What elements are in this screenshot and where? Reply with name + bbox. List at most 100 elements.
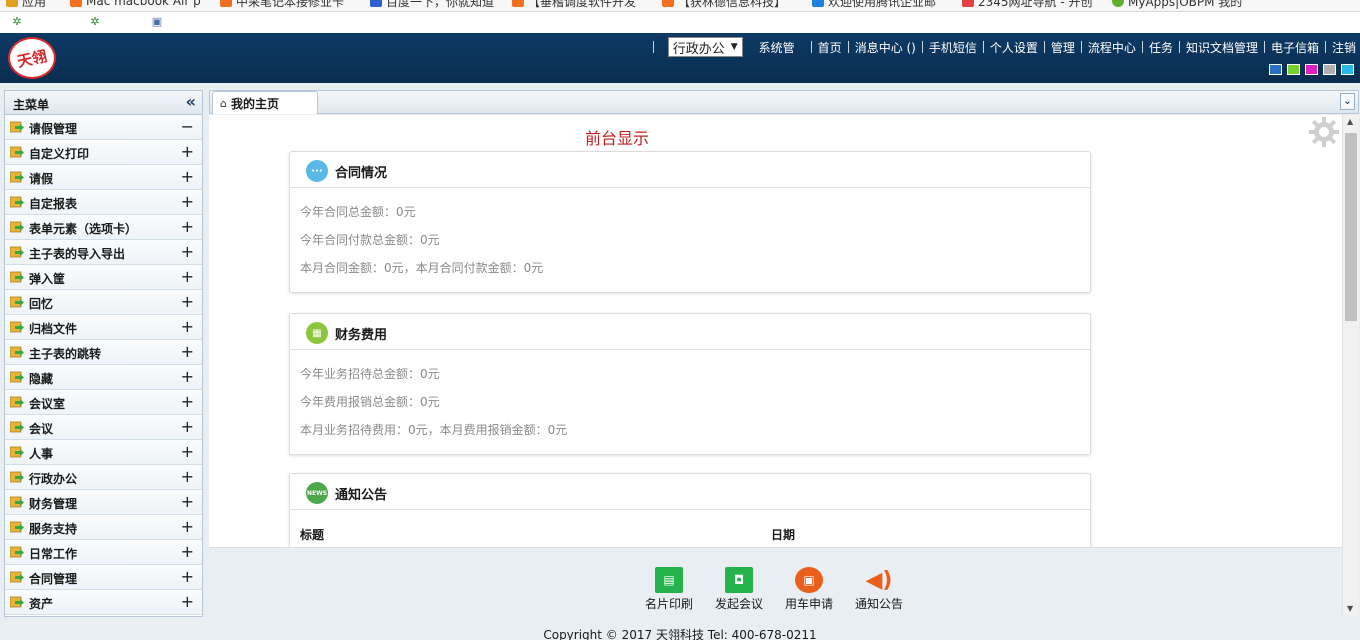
expand-plus-icon[interactable]: + [181,217,194,237]
nav-tasks[interactable]: 任务 [1149,39,1173,56]
expand-plus-icon[interactable]: + [181,342,194,362]
theme-swatch-green[interactable] [1287,64,1300,75]
finance-panel-header: ▦ 财务费用 [290,314,1090,350]
sidebar-menu-item[interactable]: 归档文件 + [5,315,202,340]
scroll-down-arrow-icon[interactable]: ▼ [1347,604,1353,613]
nav-workflow-center[interactable]: 流程中心 [1088,39,1136,56]
collapse-sidebar-icon[interactable]: « [186,93,196,111]
nav-logout[interactable]: 注销 [1332,39,1356,56]
sidebar-menu-item[interactable]: 隐藏 + [5,365,202,390]
nav-manage[interactable]: 管理 [1051,39,1075,56]
expand-plus-icon[interactable]: + [181,392,194,412]
sidebar-menu-item[interactable]: 主子表的跳转 + [5,340,202,365]
expand-plus-icon[interactable]: + [181,592,194,612]
expand-plus-icon[interactable]: + [181,492,194,512]
folder-arrow-icon [10,471,24,483]
sidebar-menu-item[interactable]: 资产 + [5,590,202,615]
bookmark-6[interactable]: 【获林德信息科技】 [662,0,786,9]
bookmark-2[interactable]: Mac macbook Air p [70,0,201,8]
sidebar-menu-item[interactable]: 弹入筐 + [5,265,202,290]
sidebar-menu-item[interactable]: 合同管理 + [5,565,202,590]
folder-arrow-icon [10,446,24,458]
sidebar-menu-label: 行政办公 [29,472,78,486]
nav-personal-settings[interactable]: 个人设置 [990,39,1038,56]
finance-line-month: 本月业务招待费用：0元，本月费用报销金额：0元 [300,423,568,437]
sidebar-menu-item[interactable]: 自定报表 + [5,190,202,215]
sidebar-menu-item[interactable]: 会议 + [5,415,202,440]
expand-plus-icon[interactable]: + [181,292,194,312]
frontend-display-title: 前台显示 [585,129,650,148]
scroll-up-arrow-icon[interactable]: ▲ [1347,117,1353,126]
contract-panel: ··· 合同情况 今年合同总金额：0元 今年合同付款总金额：0元 本月合同金额：… [289,151,1091,293]
role-select[interactable]: 行政办公 ▼ [667,37,743,57]
tab-list-chevron-icon[interactable]: ⌄ [1340,93,1355,110]
nav-message-center[interactable]: 消息中心 () [855,39,916,56]
folder-arrow-icon [10,571,24,583]
expand-plus-icon[interactable]: + [181,467,194,487]
theme-swatch-gray[interactable] [1323,64,1336,75]
quick-vehicle-request[interactable]: ▣ 用车申请 [779,567,839,612]
expand-plus-icon[interactable]: + [181,367,194,387]
bookmark-8[interactable]: 2345网址导航 - 开创 [962,0,1093,9]
expand-plus-icon[interactable]: + [181,442,194,462]
bookmark-3[interactable]: 中采笔记本接修业卡 [220,0,344,9]
theme-swatch-blue[interactable] [1269,64,1282,75]
system-management-link[interactable]: 系统管 [759,39,795,56]
nav-home[interactable]: 首页 [818,39,842,56]
sidebar-menu-item[interactable]: 日常工作 + [5,540,202,565]
contract-panel-title: 合同情况 [335,166,388,181]
bookmark-5[interactable]: 【垂稽调度软件开发 [512,0,636,9]
expand-plus-icon[interactable]: + [181,417,194,437]
content-scrollbar[interactable]: ▲ ▼ [1342,115,1359,615]
quick-business-card[interactable]: ▤ 名片印刷 [639,567,699,612]
nav-knowledge-docs[interactable]: 知识文档管理 [1186,39,1258,56]
sidebar-menu-item[interactable]: 财务管理 + [5,490,202,515]
bug-icon-2[interactable]: ✲ [88,16,102,28]
expand-plus-icon[interactable]: + [181,142,194,162]
sidebar-menu-item[interactable]: 服务支持 + [5,515,202,540]
nav-email[interactable]: 电子信箱 [1271,39,1319,56]
nav-sms[interactable]: 手机短信 [929,39,977,56]
bug-icon[interactable]: ✲ [10,16,24,28]
expand-plus-icon[interactable]: + [181,167,194,187]
sidebar-title: 主菜单 [13,98,50,112]
monitor-icon[interactable]: ▣ [150,16,164,28]
gear-icon[interactable] [1307,115,1341,149]
folder-arrow-icon [10,546,24,558]
theme-swatch-magenta[interactable] [1305,64,1318,75]
sidebar-menu-item[interactable]: 行政办公 + [5,465,202,490]
quick-start-meeting[interactable]: ◘ 发起会议 [709,567,769,612]
bookmark-4[interactable]: 百度一下，你就知道 [370,0,494,9]
folder-arrow-icon [10,396,24,408]
sidebar-menu-label: 表单元素（选项卡） [29,222,138,236]
sidebar-menu-label: 主子表的导入导出 [29,247,126,261]
collapse-minus-icon[interactable]: − [181,117,194,137]
scrollbar-thumb[interactable] [1345,133,1357,321]
quick-notice[interactable]: ◀) 通知公告 [849,567,909,612]
expand-plus-icon[interactable]: + [181,542,194,562]
company-logo: 天翎 [8,37,56,79]
notice-col-date: 日期 [771,528,796,542]
sidebar-menu-item[interactable]: 主子表的导入导出 + [5,240,202,265]
sidebar-menu-item[interactable]: 人事 + [5,440,202,465]
sidebar-menu-item[interactable]: 会议室 + [5,390,202,415]
expand-plus-icon[interactable]: + [181,267,194,287]
myapps-icon [1112,0,1124,7]
theme-swatch-cyan[interactable] [1341,64,1354,75]
sidebar-menu-item[interactable]: 请假 + [5,165,202,190]
meeting-screen-icon: ◘ [725,567,753,593]
sidebar-menu-item[interactable]: 请假管理 − [5,115,202,140]
expand-plus-icon[interactable]: + [181,317,194,337]
bookmark-apps[interactable]: 应用 [6,0,46,9]
expand-plus-icon[interactable]: + [181,567,194,587]
sidebar-menu-item[interactable]: 自定义打印 + [5,140,202,165]
tab-bar: ⌂ 我的主页 ⌄ [209,90,1359,114]
expand-plus-icon[interactable]: + [181,242,194,262]
expand-plus-icon[interactable]: + [181,517,194,537]
tab-my-homepage[interactable]: ⌂ 我的主页 [212,91,318,114]
bookmark-9[interactable]: MyApps|OBPM 我的 [1112,0,1242,9]
sidebar-menu-item[interactable]: 回忆 + [5,290,202,315]
bookmark-7[interactable]: 欢迎使用腾讯企业邮 [812,0,936,9]
sidebar-menu-item[interactable]: 表单元素（选项卡） + [5,215,202,240]
expand-plus-icon[interactable]: + [181,192,194,212]
